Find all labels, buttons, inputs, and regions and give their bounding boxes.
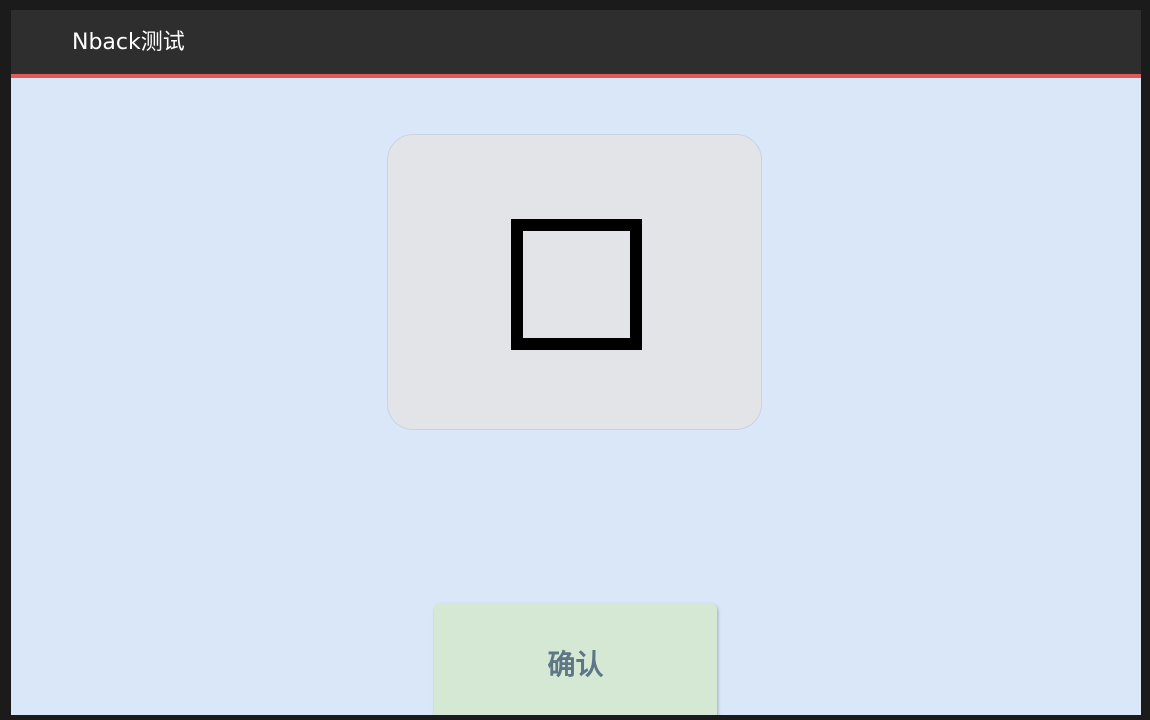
stimulus-card: [387, 134, 762, 430]
confirm-button-label: 确认: [547, 648, 604, 681]
app-title: Nback测试: [72, 30, 185, 55]
nback-screen: Nback测试 确认: [11, 10, 1141, 715]
app-bar: Nback测试: [11, 10, 1141, 78]
confirm-button[interactable]: 确认: [434, 603, 717, 715]
square-stimulus-icon: [511, 219, 642, 350]
